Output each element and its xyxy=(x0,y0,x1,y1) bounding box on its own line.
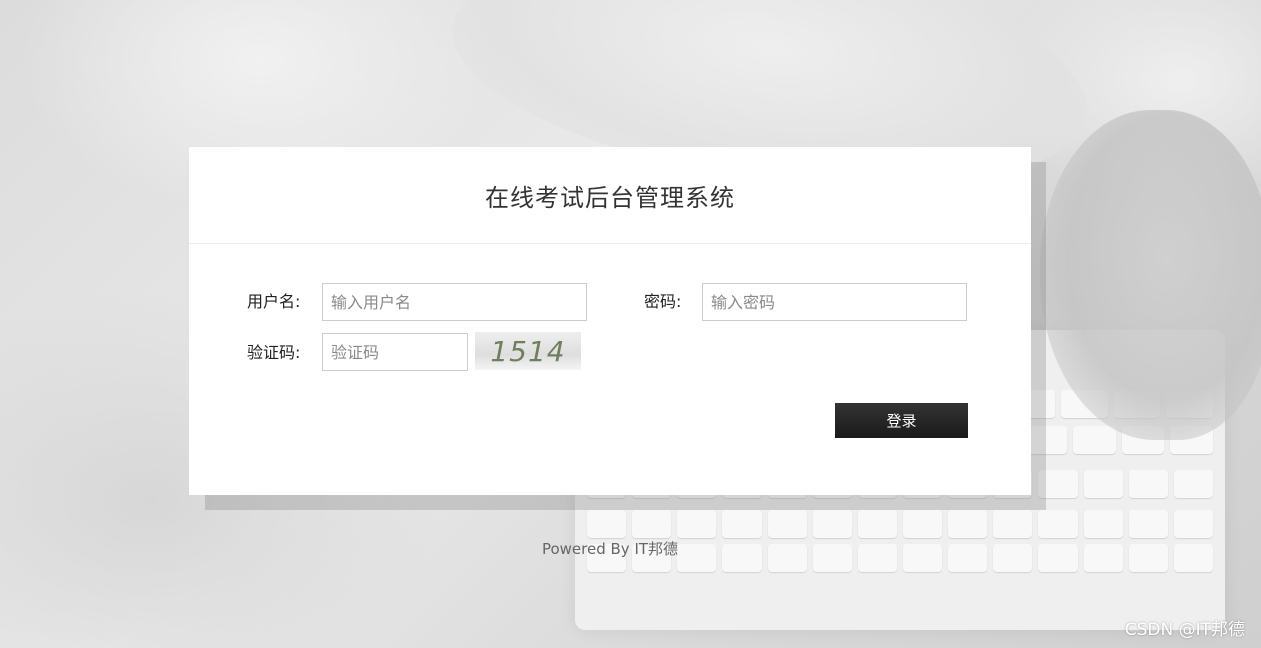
powered-by-footer: Powered By IT邦德 xyxy=(541,540,679,558)
background-hand xyxy=(1040,110,1261,440)
keyboard-row xyxy=(587,510,1213,538)
page-title: 在线考试后台管理系统 xyxy=(189,147,1031,244)
captcha-input[interactable] xyxy=(322,333,468,371)
captcha-label: 验证码: xyxy=(247,343,301,362)
login-panel: 在线考试后台管理系统 用户名: 密码: 验证码: 1514 登录 xyxy=(189,147,1031,495)
username-input[interactable] xyxy=(322,283,587,321)
captcha-image[interactable]: 1514 xyxy=(475,332,581,370)
csdn-watermark: CSDN @IT邦德 xyxy=(1124,620,1245,640)
password-input[interactable] xyxy=(702,283,967,321)
password-label: 密码: xyxy=(644,292,682,311)
login-button[interactable]: 登录 xyxy=(835,403,968,438)
username-label: 用户名: xyxy=(247,292,301,311)
